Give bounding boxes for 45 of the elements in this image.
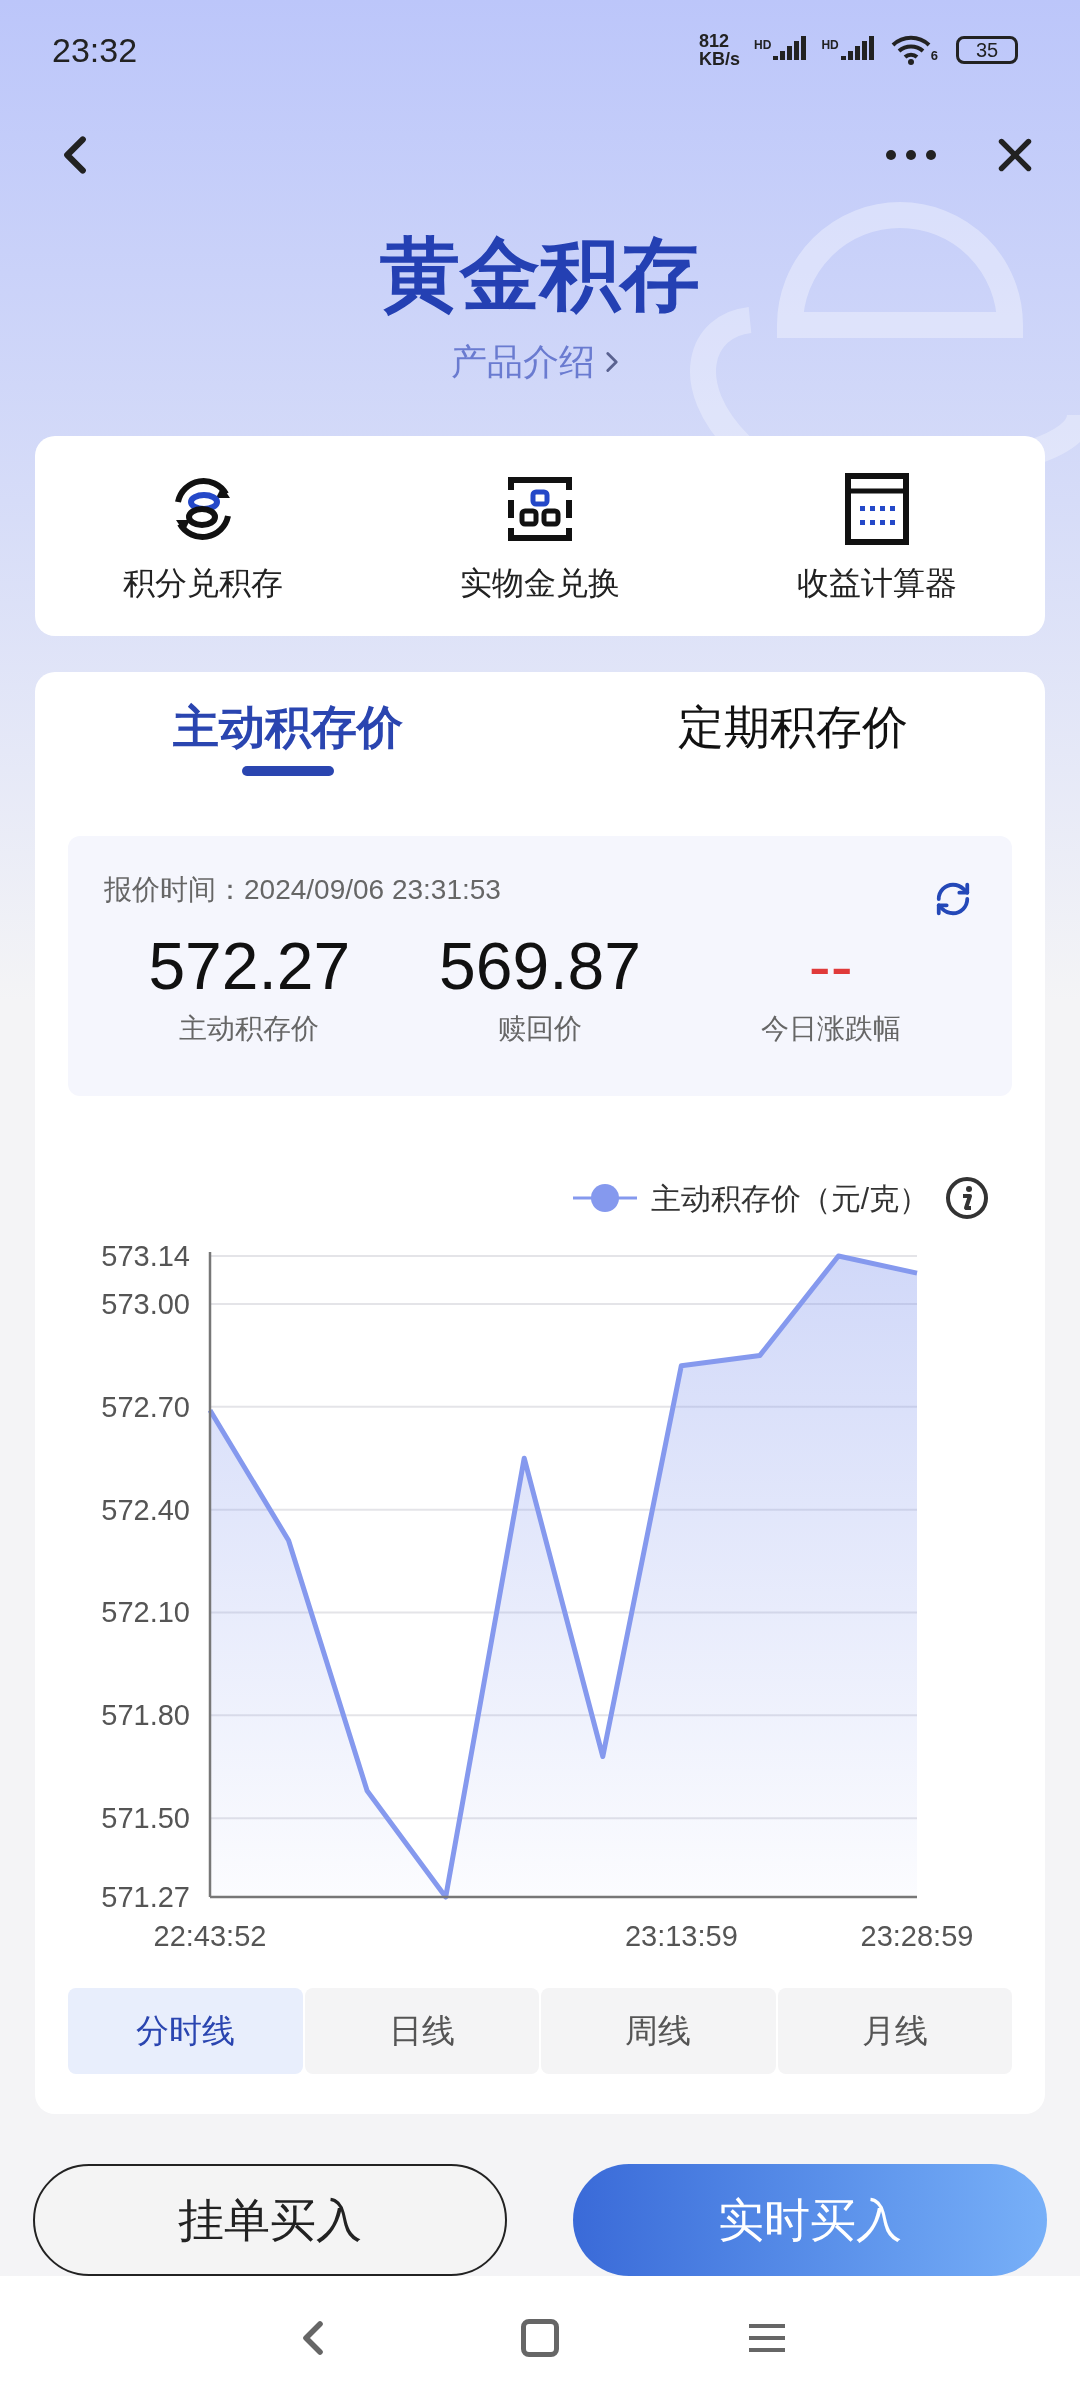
limit-order-button[interactable]: 挂单买入 — [33, 2164, 507, 2276]
x-tick-label: 23:28:59 — [860, 1920, 974, 1952]
price-tab[interactable]: 定期积存价 — [540, 672, 1045, 792]
refresh-button[interactable] — [934, 880, 972, 918]
calculator-icon — [844, 473, 909, 545]
x-tick-label: 22:43:52 — [153, 1920, 267, 1952]
ingots-icon — [507, 476, 573, 542]
period-tab[interactable]: 日线 — [304, 1988, 539, 2074]
price-value: 572.27 — [148, 928, 351, 1005]
y-tick-label: 571.50 — [101, 1802, 190, 1835]
nav-home-button[interactable] — [521, 2319, 559, 2357]
hd-label: HD — [754, 37, 772, 54]
y-tick-label: 571.27 — [101, 1881, 190, 1913]
quote-time: 报价时间：2024/09/06 23:31:53 — [104, 873, 501, 907]
info-icon[interactable] — [945, 1176, 989, 1220]
y-tick-label: 571.80 — [101, 1699, 190, 1732]
period-tab[interactable]: 周线 — [541, 1988, 776, 2074]
battery-indicator: 35 — [956, 36, 1018, 64]
period-tab[interactable]: 月线 — [777, 1988, 1012, 2074]
network-speed-value: 812 — [699, 32, 731, 50]
status-time: 23:32 — [52, 29, 138, 71]
price-label: 今日涨跌幅 — [760, 1012, 901, 1046]
wifi-label: 6 — [930, 46, 938, 65]
y-tick-label: 573.14 — [101, 1240, 190, 1272]
shortcut-button[interactable]: 实物金兑换 — [371, 436, 709, 636]
shortcut-button[interactable]: 收益计算器 — [708, 436, 1045, 636]
y-tick-label: 572.70 — [101, 1390, 190, 1423]
y-tick-label: 572.10 — [101, 1596, 190, 1629]
price-tab[interactable]: 主动积存价 — [35, 672, 540, 792]
legend-label: 主动积存价（元/克） — [650, 1180, 929, 1217]
price-label: 赎回价 — [498, 1012, 582, 1046]
wifi-icon — [890, 35, 931, 65]
shortcut-button[interactable]: 积分兑积存 — [35, 436, 372, 636]
period-tab[interactable]: 分时线 — [68, 1988, 303, 2074]
hd-label: HD — [821, 37, 839, 54]
y-tick-label: 573.00 — [101, 1288, 190, 1320]
price-value: -- — [808, 928, 853, 1005]
legend-marker-icon — [572, 1183, 637, 1213]
page-title: 黄金积存 — [380, 230, 700, 320]
network-speed-unit: KB/s — [699, 50, 741, 68]
price-value: 569.87 — [439, 928, 641, 1005]
x-tick-label: 23:13:59 — [624, 1920, 738, 1952]
y-tick-label: 572.40 — [101, 1493, 190, 1526]
price-label: 主动积存价 — [179, 1012, 320, 1046]
nav-menu-button[interactable] — [748, 2324, 785, 2352]
